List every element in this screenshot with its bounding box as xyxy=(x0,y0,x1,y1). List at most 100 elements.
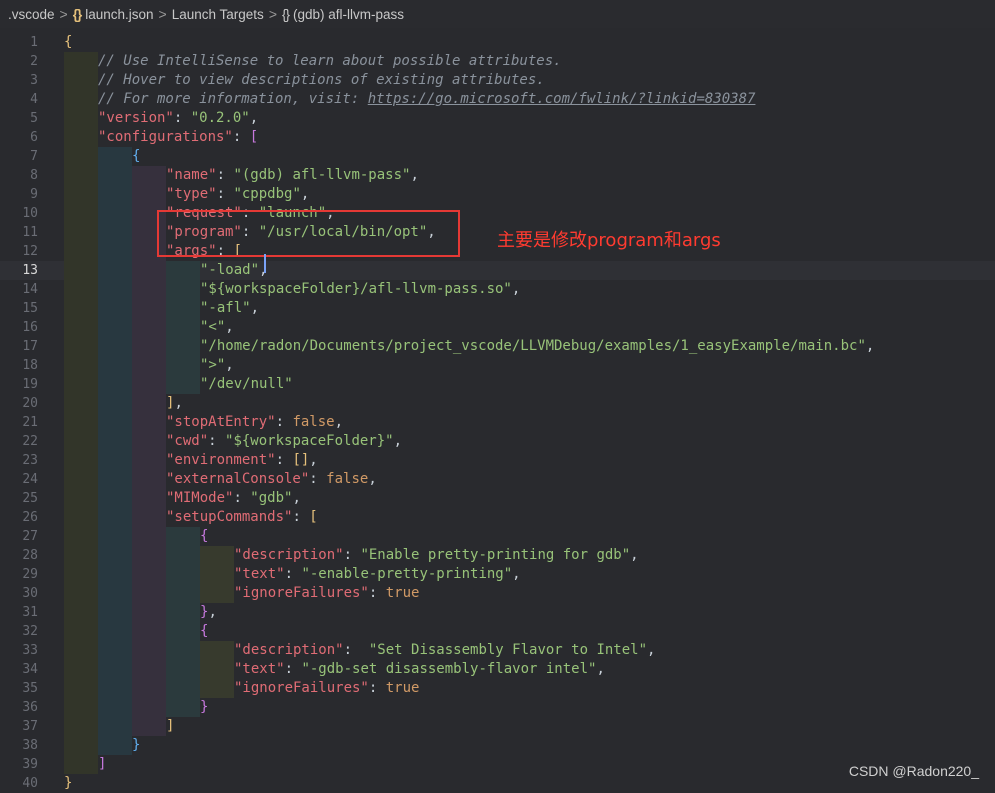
indent-guide xyxy=(98,280,132,299)
code-line[interactable]: 8 "name": "(gdb) afl-llvm-pass", xyxy=(0,166,995,185)
indent-guide xyxy=(132,546,166,565)
code-text: "-afl", xyxy=(200,299,259,318)
indent-guide xyxy=(166,603,200,622)
indent-guide xyxy=(98,166,132,185)
chevron-right-icon: > xyxy=(268,6,277,22)
code-line[interactable]: 39] xyxy=(0,755,995,774)
code-line[interactable]: 27 { xyxy=(0,527,995,546)
code-line[interactable]: 21 "stopAtEntry": false, xyxy=(0,413,995,432)
code-token: "<" xyxy=(200,319,226,335)
code-token: : xyxy=(173,110,191,126)
code-line[interactable]: 36} xyxy=(0,698,995,717)
code-line[interactable]: 9 "type": "cppdbg", xyxy=(0,185,995,204)
code-token: [ xyxy=(249,129,259,145)
indent-guide xyxy=(64,356,98,375)
code-token: ] xyxy=(166,718,175,734)
indent-guide xyxy=(98,584,132,603)
code-token: "version" xyxy=(98,110,174,126)
code-line[interactable]: 25 "MIMode": "gdb", xyxy=(0,489,995,508)
indent-guide xyxy=(64,223,98,242)
indent-guide xyxy=(98,470,132,489)
indent-guide xyxy=(166,527,200,546)
indent-guide xyxy=(132,413,166,432)
code-line[interactable]: 37] xyxy=(0,717,995,736)
line-number: 1 xyxy=(30,35,38,50)
code-line[interactable]: 6 "configurations": [ xyxy=(0,128,995,147)
breadcrumb-item-launch-targets[interactable]: Launch Targets xyxy=(172,7,264,22)
indent-guide xyxy=(64,185,98,204)
indent-guide xyxy=(98,717,132,736)
code-text: "cwd": "${workspaceFolder}", xyxy=(166,432,402,451)
code-line[interactable]: 3 // Hover to view descriptions of existi… xyxy=(0,71,995,90)
indent-guide xyxy=(98,546,132,565)
breadcrumb-item-vscode[interactable]: .vscode xyxy=(8,7,55,22)
indent-guide xyxy=(98,147,132,166)
code-line[interactable]: 30 "ignoreFailures": true xyxy=(0,584,995,603)
code-token: "0.2.0" xyxy=(190,110,250,126)
indent-guide xyxy=(132,432,166,451)
code-token: "${workspaceFolder}" xyxy=(225,433,394,449)
code-line[interactable]: 13 "-load", xyxy=(0,261,995,280)
indent-guide xyxy=(64,470,98,489)
code-line[interactable]: 1{ xyxy=(0,33,995,52)
code-token: "cppdbg" xyxy=(233,186,301,202)
code-line[interactable]: 22 "cwd": "${workspaceFolder}", xyxy=(0,432,995,451)
code-line[interactable]: 23 "environment": [], xyxy=(0,451,995,470)
code-editor[interactable]: 1{2// Use IntelliSense to learn about po… xyxy=(0,28,995,791)
code-token: , xyxy=(596,661,605,677)
code-line[interactable]: 38} xyxy=(0,736,995,755)
line-number: 30 xyxy=(22,586,38,601)
code-line[interactable]: 35 "ignoreFailures": true xyxy=(0,679,995,698)
indent-guide xyxy=(132,641,166,660)
code-line[interactable]: 18 ">", xyxy=(0,356,995,375)
code-line[interactable]: 40} xyxy=(0,774,995,793)
indent-guide xyxy=(166,299,200,318)
code-line[interactable]: 2 // Use IntelliSense to learn about poss… xyxy=(0,52,995,71)
line-number: 9 xyxy=(30,187,38,202)
code-token: "type" xyxy=(166,186,217,202)
code-line[interactable]: 16 "<", xyxy=(0,318,995,337)
code-token: , xyxy=(334,414,344,430)
code-text: } xyxy=(200,698,208,717)
code-token: : xyxy=(233,490,251,506)
code-line[interactable]: 19 "/dev/null" xyxy=(0,375,995,394)
code-line[interactable]: 5 "version": "0.2.0", xyxy=(0,109,995,128)
code-line[interactable]: 7{ xyxy=(0,147,995,166)
indent-guide xyxy=(64,717,98,736)
breadcrumb-item-gdb-config[interactable]: (gdb) afl-llvm-pass xyxy=(293,7,404,22)
code-line[interactable]: 15 "-afl", xyxy=(0,299,995,318)
code-line[interactable]: 10 "request": "launch", xyxy=(0,204,995,223)
code-token: : xyxy=(292,509,310,525)
code-line[interactable]: 26 "setupCommands": [ xyxy=(0,508,995,527)
code-token: "gdb" xyxy=(250,490,293,506)
code-token: ">" xyxy=(200,357,226,373)
code-line[interactable]: 33 "description": "Set Disassembly Flavor… xyxy=(0,641,995,660)
code-line[interactable]: 14 "${workspaceFolder}/afl-llvm-pass.so", xyxy=(0,280,995,299)
code-line[interactable]: 20], xyxy=(0,394,995,413)
code-text: // Hover to view descriptions of existin… xyxy=(98,71,545,90)
indent-guide xyxy=(64,375,98,394)
breadcrumb-item-launch-json[interactable]: launch.json xyxy=(85,7,153,22)
code-token: "text" xyxy=(234,661,285,677)
indent-guide xyxy=(64,698,98,717)
indent-guide xyxy=(64,413,98,432)
indent-guide xyxy=(64,52,98,71)
code-line[interactable]: 31}, xyxy=(0,603,995,622)
code-token: "-afl" xyxy=(200,300,251,316)
indent-guide xyxy=(98,736,132,755)
code-text: "description": "Enable pretty-printing f… xyxy=(234,546,639,565)
code-token: : xyxy=(284,661,302,677)
code-token: "stopAtEntry" xyxy=(166,414,276,430)
code-line[interactable]: 4 // For more information, visit: https:/… xyxy=(0,90,995,109)
code-line[interactable]: 29 "text": "-enable-pretty-printing", xyxy=(0,565,995,584)
code-line[interactable]: 17 "/home/radon/Documents/project_vscode/… xyxy=(0,337,995,356)
line-number: 24 xyxy=(22,472,38,487)
indent-guide xyxy=(64,641,98,660)
code-line[interactable]: 34 "text": "-gdb-set disassembly-flavor i… xyxy=(0,660,995,679)
indent-guide xyxy=(98,337,132,356)
json-file-icon: {} xyxy=(72,6,82,22)
code-line[interactable]: 28 "description": "Enable pretty-printing… xyxy=(0,546,995,565)
indent-guide xyxy=(166,280,200,299)
code-line[interactable]: 24 "externalConsole": false, xyxy=(0,470,995,489)
code-line[interactable]: 32 { xyxy=(0,622,995,641)
